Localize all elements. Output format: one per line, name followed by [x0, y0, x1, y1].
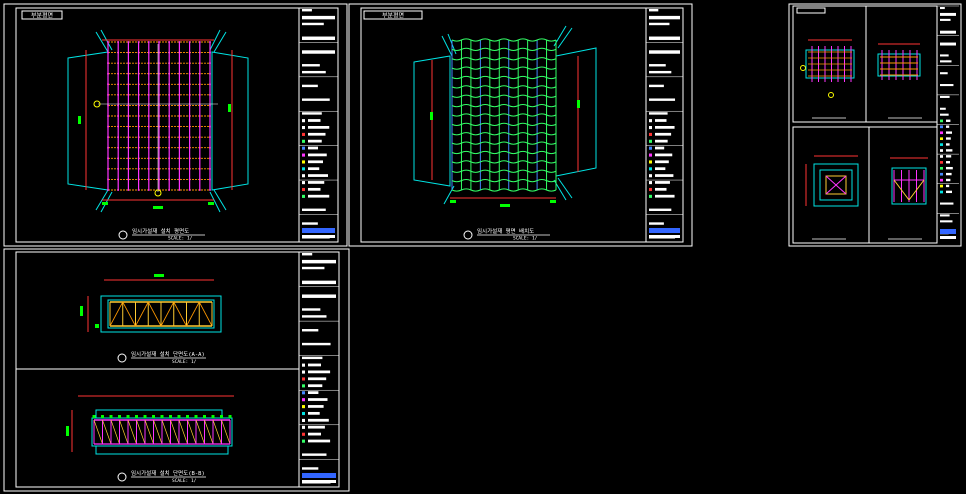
section-upper-drawing: 임시가설재 설치 단면도(A-A) SCALE: 1/: [80, 274, 222, 365]
section-title: 임시가설재 설치 단면도(A-A): [131, 350, 205, 358]
section-scale: SCALE: 1/: [172, 478, 197, 484]
deck-wing-right: [555, 47, 597, 177]
dimension-tag: [78, 116, 81, 124]
sheet-outer-border: [3, 248, 350, 492]
deck-wing-right: [211, 51, 249, 191]
sheet-inner-border: [360, 7, 684, 243]
cad-drawing-canvas: 부분평면 임시가설재 설치 평면도 SCALE: 1/ 부분평면 임시가설재 평…: [3, 3, 962, 492]
section-title: 임시가설재 설치 단면도(B-B): [131, 469, 205, 477]
sheet-sections: 임시가설재 설치 단면도(A-A) SCALE: 1/ 임시가설재 설치 단면도…: [3, 248, 350, 492]
sheet-plan-a: 부분평면 임시가설재 설치 평면도 SCALE: 1/: [3, 3, 348, 247]
title-block: [646, 7, 683, 239]
section-scale: SCALE: 1/: [172, 359, 197, 365]
title-block: [299, 251, 339, 484]
drawing-title: 임시가설재 설치 평면도: [132, 227, 189, 235]
drawing-title: 임시가설재 평면 배치도: [477, 227, 534, 235]
title-block: [299, 7, 338, 239]
sheet-badge: 부분평면: [382, 12, 404, 20]
drawing-scale: SCALE: 1/: [168, 236, 193, 242]
title-block: [937, 5, 959, 239]
drawing-scale: SCALE: 1/: [513, 236, 538, 242]
sheet-badge: 부분평면: [31, 12, 53, 20]
section-lower-drawing: 임시가설재 설치 단면도(B-B) SCALE: 1/: [66, 395, 234, 484]
shore-grid: [107, 41, 211, 191]
sheet-details: [788, 3, 962, 247]
sheet-plan-b: 부분평면 임시가설재 평면 배치도 SCALE: 1/: [348, 3, 693, 247]
mesh-grid: [451, 38, 557, 192]
sheet-inner-border: [15, 7, 339, 243]
deck-wing-left: [67, 51, 109, 191]
sheet-outer-border: [348, 3, 693, 247]
